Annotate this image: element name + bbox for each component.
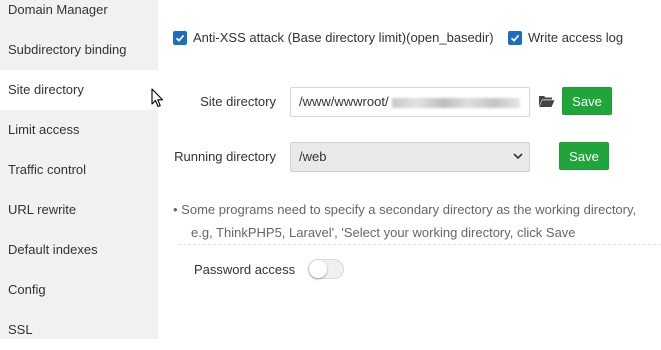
site-directory-label: Site directory [200,94,276,109]
sidebar: Domain Manager Subdirectory binding Site… [0,0,160,339]
sidebar-item-subdirectory-binding[interactable]: Subdirectory binding [0,30,158,70]
sidebar-item-ssl[interactable]: SSL [0,310,158,350]
running-directory-save-button[interactable]: Save [559,142,609,170]
redacted-path [391,97,520,108]
site-directory-value: /www/wwwroot/ [299,94,389,109]
sidebar-item-default-indexes[interactable]: Default indexes [0,230,158,270]
site-directory-save-button[interactable]: Save [562,87,612,115]
running-directory-select[interactable]: /web [290,142,530,172]
sidebar-item-limit-access[interactable]: Limit access [0,110,158,150]
access-log-checkbox[interactable] [508,31,522,45]
sidebar-item-url-rewrite[interactable]: URL rewrite [0,190,158,230]
site-directory-input[interactable]: /www/wwwroot/ [290,87,530,117]
password-access-label: Password access [194,262,296,277]
tip-line-2: e.g, ThinkPHP5, Laravel', 'Select your w… [191,225,576,240]
sidebar-item-traffic-control[interactable]: Traffic control [0,150,158,190]
running-directory-label: Running directory [174,149,276,164]
sidebar-item-config[interactable]: Config [0,270,158,310]
running-directory-value: /web [299,149,327,164]
toggle-knob [309,260,327,278]
site-directory-panel: Anti-XSS attack (Base directory limit)(o… [158,0,661,339]
password-access-toggle[interactable] [308,259,344,279]
anti-xss-label[interactable]: Anti-XSS attack (Base directory limit)(o… [193,30,494,45]
sidebar-item-domain-manager[interactable]: Domain Manager [0,0,158,30]
check-icon [510,34,520,42]
anti-xss-checkbox[interactable] [173,31,187,45]
divider [178,244,661,245]
check-icon [175,34,185,42]
access-log-label[interactable]: Write access log [528,30,623,45]
folder-open-icon[interactable] [538,94,555,108]
chevron-down-icon [513,153,523,160]
sidebar-item-site-directory[interactable]: Site directory [0,70,160,110]
tip-line-1: • Some programs need to specify a second… [173,202,637,217]
